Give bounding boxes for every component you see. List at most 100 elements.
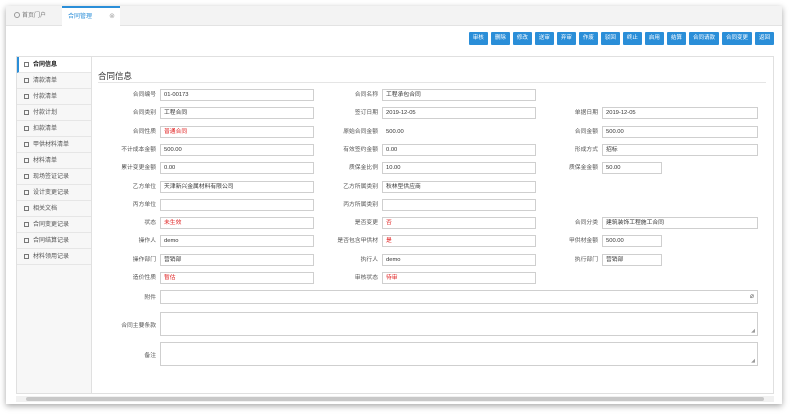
contract-change-button[interactable]: 合同变更: [721, 32, 752, 45]
contract-no-label: 合同编号: [132, 92, 156, 98]
contract-name-field[interactable]: 工程承包合同: [382, 89, 536, 101]
settle-button[interactable]: 结算: [666, 32, 686, 45]
warranty-ratio-field[interactable]: 10.00: [382, 162, 536, 174]
sidebar-item-settlement-records[interactable]: 合同结算记录: [17, 233, 91, 249]
document-icon: [24, 238, 29, 243]
contract-type-field[interactable]: 工程合同: [160, 107, 314, 119]
contract-payment-request-button[interactable]: 合同请款: [688, 32, 719, 45]
delete-button[interactable]: 删除: [490, 32, 510, 45]
price-nature-field[interactable]: 暂估: [160, 272, 314, 284]
remark-textarea[interactable]: ◢: [160, 342, 758, 366]
edit-icon: [24, 190, 29, 195]
status-label: 状态: [144, 220, 156, 226]
sidebar-item-design-change[interactable]: 设计变更记录: [17, 185, 91, 201]
tab-contract-management[interactable]: 合同管理 ⊗: [62, 6, 120, 26]
exec-dept-label: 执行部门: [574, 257, 598, 263]
party-c-field[interactable]: [160, 199, 314, 211]
cost-amount-field[interactable]: 500.00: [160, 144, 314, 156]
list-icon: [24, 254, 29, 259]
toolbar: 审核 删除 修改 送审 弃审 作废 驳回 终止 启用 结算 合同请款 合同变更 …: [468, 32, 774, 45]
document-icon: [24, 206, 29, 211]
tab-label: 合同管理: [68, 14, 93, 20]
sidebar-item-label: 合同结算记录: [33, 238, 70, 244]
valid-amount-label: 有效签约金额: [343, 147, 378, 153]
contract-amount-field[interactable]: 500.00: [602, 126, 758, 138]
submit-review-button[interactable]: 送审: [534, 32, 554, 45]
attachment-field[interactable]: ⌀: [160, 290, 758, 304]
sidebar-item-material-usage[interactable]: 材料领用记录: [17, 249, 91, 265]
tab-label: 首页门户: [22, 13, 47, 19]
form-method-field[interactable]: 招标: [602, 144, 758, 156]
sidebar-item-label: 现场签证记录: [33, 174, 70, 180]
executor-field[interactable]: demo: [382, 254, 536, 266]
audit-status-field[interactable]: 待审: [382, 272, 536, 284]
document-icon: [24, 142, 29, 147]
party-c-label: 丙方单位: [132, 202, 156, 208]
sidebar-item-material-list[interactable]: 材料清单: [17, 153, 91, 169]
tab-home-portal[interactable]: 首页门户: [8, 6, 58, 26]
material-amount-label: 甲供材金额: [569, 238, 598, 244]
operate-dept-field[interactable]: 营销部: [160, 254, 314, 266]
attachment-label: 附件: [144, 295, 156, 301]
change-amount-label: 累计变更金额: [121, 165, 156, 171]
list-icon: [24, 94, 29, 99]
close-icon[interactable]: ⊗: [109, 8, 115, 26]
triangle-icon: [24, 158, 29, 163]
audit-button[interactable]: 审核: [468, 32, 488, 45]
exec-dept-field[interactable]: 营销部: [602, 254, 662, 266]
sidebar-item-label: 付款计划: [33, 110, 58, 116]
include-material-field[interactable]: 是: [382, 235, 536, 247]
paperclip-icon[interactable]: ⌀: [750, 292, 754, 300]
category-field[interactable]: 建筑装饰工程施工合同: [602, 217, 758, 229]
sidebar-item-related-docs[interactable]: 相关文档: [17, 201, 91, 217]
change-amount-field[interactable]: 0.00: [160, 162, 314, 174]
sidebar-item-request-list[interactable]: 清款清单: [17, 73, 91, 89]
sidebar-item-site-visa[interactable]: 现场签证记录: [17, 169, 91, 185]
remark-label: 备注: [144, 353, 156, 359]
contract-nature-field[interactable]: 普通合同: [160, 126, 314, 138]
is-changed-field[interactable]: 否: [382, 217, 536, 229]
material-amount-field[interactable]: 500.00: [602, 235, 662, 247]
include-material-label: 是否包含甲供材: [337, 238, 378, 244]
warranty-ratio-label: 质保金比例: [349, 165, 378, 171]
sidebar-item-contract-info[interactable]: 合同信息: [17, 57, 91, 73]
back-button[interactable]: 返回: [754, 32, 774, 45]
sidebar-item-label: 材料清单: [33, 158, 58, 164]
sidebar-item-label: 付款清单: [33, 94, 58, 100]
sidebar-item-payment-list[interactable]: 付款清单: [17, 89, 91, 105]
document-icon: [24, 222, 29, 227]
page-title: 合同信息: [98, 71, 133, 81]
resize-handle-icon[interactable]: ◢: [751, 358, 755, 364]
sidebar-item-deduction-list[interactable]: 扣款清单: [17, 121, 91, 137]
unaudit-button[interactable]: 弃审: [556, 32, 576, 45]
status-field[interactable]: 未生效: [160, 217, 314, 229]
sign-date-field[interactable]: 2019-12-05: [382, 107, 536, 119]
sidebar-item-supplied-material[interactable]: 甲供材料清单: [17, 137, 91, 153]
contract-info-panel: 合同信息 合同编号 01-00173 合同名称 工程承包合同 合同类别 工程合同…: [92, 56, 774, 394]
party-c-type-field[interactable]: [382, 199, 536, 211]
party-b-field[interactable]: 天津新兴金属材料有限公司: [160, 181, 314, 193]
resize-handle-icon[interactable]: ◢: [751, 328, 755, 334]
edit-button[interactable]: 修改: [512, 32, 532, 45]
sidebar-item-payment-plan[interactable]: 付款计划: [17, 105, 91, 121]
reject-button[interactable]: 驳回: [600, 32, 620, 45]
terminate-button[interactable]: 终止: [622, 32, 642, 45]
sign-date-label: 签订日期: [354, 110, 378, 116]
void-button[interactable]: 作废: [578, 32, 598, 45]
main-terms-textarea[interactable]: ◢: [160, 312, 758, 336]
horizontal-scrollbar[interactable]: [16, 396, 774, 402]
contract-no-field[interactable]: 01-00173: [160, 89, 314, 101]
valid-amount-field[interactable]: 0.00: [382, 144, 536, 156]
is-changed-label: 是否变更: [354, 220, 378, 226]
operator-field[interactable]: demo: [160, 235, 314, 247]
contract-nature-label: 合同性质: [132, 129, 156, 135]
report-date-field[interactable]: 2019-12-05: [602, 107, 758, 119]
original-amount-field: 500.00: [382, 126, 536, 138]
enable-button[interactable]: 启用: [644, 32, 664, 45]
executor-label: 执行人: [360, 257, 378, 263]
warranty-amount-field[interactable]: 50.00: [602, 162, 662, 174]
party-b-type-field[interactable]: 秋林型供应商: [382, 181, 536, 193]
price-nature-label: 造价性质: [132, 275, 156, 281]
sidebar-item-contract-change-records[interactable]: 合同变更记录: [17, 217, 91, 233]
scrollbar-thumb[interactable]: [26, 397, 764, 401]
